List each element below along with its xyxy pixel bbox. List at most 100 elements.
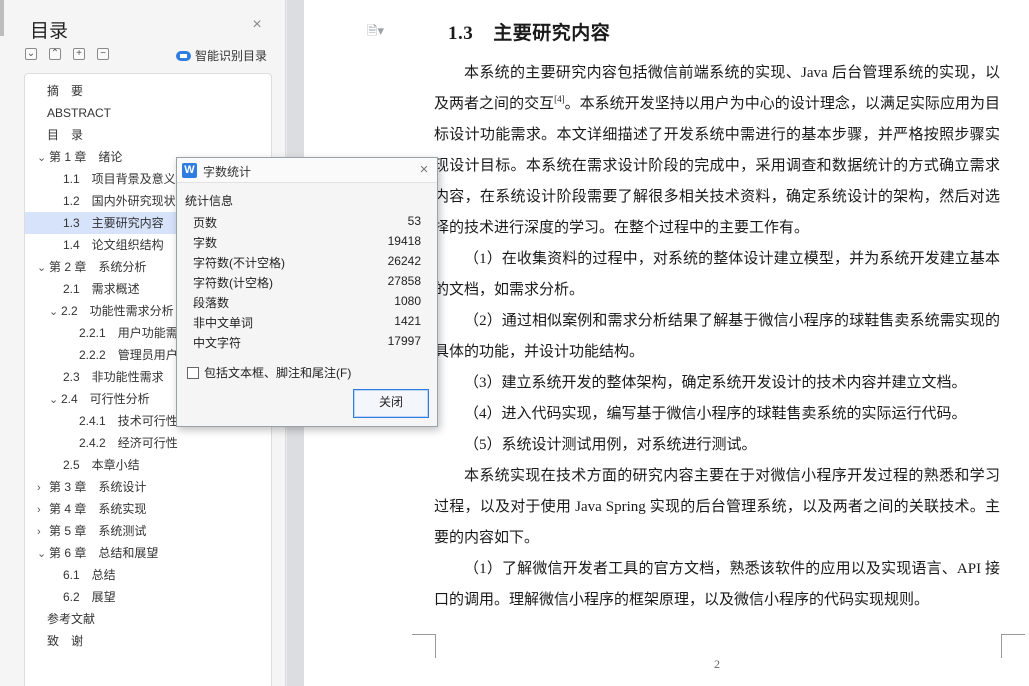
paragraph-text: （4）进入代码实现，编写基于微信小程序的球鞋售卖系统的实际运行代码。: [464, 406, 967, 422]
paragraph: 本系统实现在技术方面的研究内容主要在于对微信小程序开发过程的熟悉和学习过程，以及…: [434, 461, 1000, 554]
toc-item-label: 致 谢: [47, 634, 84, 648]
toc-item[interactable]: 2.5 本章小结: [25, 454, 271, 476]
paragraph-text: （2）通过相似案例和需求分析结果了解基于微信小程序的球鞋售卖系统需实现的具体的功…: [434, 313, 1000, 360]
toc-item[interactable]: 2.4.2 经济可行性: [25, 432, 271, 454]
stat-value: 1080: [394, 294, 421, 308]
toc-item[interactable]: ⌄ 第 6 章 总结和展望: [25, 542, 271, 564]
checkbox-icon[interactable]: [187, 366, 199, 379]
stat-label: 字符数(计空格): [193, 276, 273, 290]
smart-toc-label: 智能识别目录: [195, 49, 268, 63]
chevron-down-icon[interactable]: ⌄: [37, 147, 49, 168]
toc-item[interactable]: 参考文献: [25, 608, 271, 630]
toc-title: 目录: [30, 21, 69, 42]
add-item-icon[interactable]: +: [73, 48, 85, 60]
stat-value: 19418: [387, 234, 421, 248]
toc-item[interactable]: › 第 3 章 系统设计: [25, 476, 271, 498]
toc-scrollbar[interactable]: [0, 0, 4, 36]
section-title: 主要研究内容: [493, 23, 611, 44]
toc-item-label: 2.4.2 经济可行性: [79, 436, 178, 450]
stat-row: 段落数 1080: [177, 294, 437, 314]
smart-toc-button[interactable]: 智能识别目录: [176, 47, 267, 64]
toc-item-label: 第 1 章 绪论: [49, 150, 123, 164]
toc-item-label: 2.3 非功能性需求: [63, 370, 164, 384]
toc-item[interactable]: › 第 5 章 系统测试: [25, 520, 271, 542]
stat-value: 1421: [394, 314, 421, 328]
toc-item[interactable]: 致 谢: [25, 630, 271, 652]
stat-row: 非中文单词 1421: [177, 314, 437, 334]
stat-row: 中文字符 17997: [177, 334, 437, 354]
collapse-all-icon[interactable]: ⌄: [25, 48, 37, 60]
stat-value: 27858: [387, 274, 421, 288]
toc-item-label: 2.1 需求概述: [63, 282, 140, 296]
toc-item-label: 摘 要: [47, 84, 84, 98]
section-number: 1.3: [448, 23, 474, 44]
dialog-titlebar[interactable]: W 字数统计 ×: [177, 158, 437, 183]
citation-ref[interactable]: [4]: [554, 94, 565, 104]
toc-item[interactable]: 目 录: [25, 124, 271, 146]
toc-item-label: 第 6 章 总结和展望: [49, 546, 159, 560]
dialog-title: 字数统计: [203, 165, 252, 179]
paragraph-text: （1）在收集资料的过程中，对系统的整体设计建立模型，并为系统开发建立基本的文档，…: [434, 251, 1000, 298]
paragraph: （1）了解微信开发者工具的官方文档，熟悉该软件的应用以及实现语言、API 接口的…: [434, 554, 1000, 616]
stat-label: 字数: [193, 236, 218, 250]
toc-item-label: 2.2.2 管理员用户: [79, 348, 178, 362]
chevron-down-icon[interactable]: ⌄: [49, 389, 61, 410]
document-body[interactable]: 本系统的主要研究内容包括微信前端系统的实现、Java 后台管理系统的实现，以及两…: [434, 58, 1000, 616]
toc-item-label: 目 录: [47, 128, 84, 142]
toc-item[interactable]: › 第 4 章 系统实现: [25, 498, 271, 520]
paragraph: （2）通过相似案例和需求分析结果了解基于微信小程序的球鞋售卖系统需实现的具体的功…: [434, 306, 1000, 368]
stat-row: 页数 53: [177, 214, 437, 234]
paragraph-text: （3）建立系统开发的整体架构，确定系统开发设计的技术内容并建立文档。: [464, 375, 967, 391]
paragraph: 本系统的主要研究内容包括微信前端系统的实现、Java 后台管理系统的实现，以及两…: [434, 58, 1000, 244]
toc-item-label: 6.1 总结: [63, 568, 116, 582]
toc-item-label: 2.4.1 技术可行性: [79, 414, 178, 428]
include-textbox-checkbox[interactable]: 包括文本框、脚注和尾注(F): [187, 364, 351, 381]
toc-item[interactable]: 6.1 总结: [25, 564, 271, 586]
toc-item-label: 1.4 论文组织结构: [63, 238, 164, 252]
toc-item[interactable]: 摘 要: [25, 80, 271, 102]
stat-label: 页数: [193, 216, 218, 230]
toc-item[interactable]: 6.2 展望: [25, 586, 271, 608]
toc-item-label: 6.2 展望: [63, 590, 116, 604]
stat-value: 26242: [387, 254, 421, 268]
crop-mark: [412, 634, 436, 658]
cloud-icon: [176, 50, 191, 61]
page-number: 2: [714, 657, 720, 671]
stats-section-label: 统计信息: [185, 194, 234, 208]
remove-item-icon[interactable]: −: [97, 48, 109, 60]
toc-item-label: 1.3 主要研究内容: [63, 216, 164, 230]
wps-logo-icon: W: [182, 163, 197, 178]
chevron-down-icon[interactable]: ⌄: [37, 257, 49, 278]
toc-item-label: 第 4 章 系统实现: [49, 502, 147, 516]
paragraph: （1）在收集资料的过程中，对系统的整体设计建立模型，并为系统开发建立基本的文档，…: [434, 244, 1000, 306]
stat-value: 53: [407, 214, 421, 228]
expand-level-icon[interactable]: ⌃: [49, 48, 61, 60]
toc-item-label: 1.1 项目背景及意义: [63, 172, 176, 186]
document-icon[interactable]: 🗎▾: [367, 22, 384, 44]
section-heading: 1.3 主要研究内容: [448, 18, 610, 45]
toc-item-label: 第 2 章 系统分析: [49, 260, 147, 274]
chevron-right-icon[interactable]: ›: [37, 499, 49, 520]
close-icon[interactable]: ×: [416, 162, 432, 178]
close-button[interactable]: 关闭: [353, 389, 429, 418]
stat-label: 非中文单词: [193, 316, 254, 330]
chevron-right-icon[interactable]: ›: [37, 521, 49, 542]
chevron-down-icon[interactable]: ⌄: [37, 543, 49, 564]
checkbox-label: 包括文本框、脚注和尾注(F): [204, 366, 352, 380]
toc-item-label: 第 3 章 系统设计: [49, 480, 147, 494]
word-count-dialog: W 字数统计 × 统计信息 页数 53 字数 19418 字符数(不计空格) 26242 字…: [176, 157, 438, 427]
paragraph-text: （5）系统设计测试用例，对系统进行测试。: [464, 437, 757, 453]
toc-item[interactable]: ABSTRACT: [25, 102, 271, 124]
stat-value: 17997: [387, 334, 421, 348]
toc-item-label: ABSTRACT: [47, 106, 112, 120]
chevron-right-icon[interactable]: ›: [37, 477, 49, 498]
chevron-down-icon[interactable]: ⌄: [49, 301, 61, 322]
stat-row: 字数 19418: [177, 234, 437, 254]
paragraph: （3）建立系统开发的整体架构，确定系统开发设计的技术内容并建立文档。: [434, 368, 1000, 399]
paragraph-text: （1）了解微信开发者工具的官方文档，熟悉该软件的应用以及实现语言、API 接口的…: [434, 561, 1000, 608]
stat-row: 字符数(计空格) 27858: [177, 274, 437, 294]
paragraph-text: 。本系统开发坚持以用户为中心的设计理念，以满足实际应用为目标设计功能需求。本文详…: [434, 96, 1000, 236]
close-icon[interactable]: ×: [250, 17, 264, 33]
toc-item-label: 参考文献: [47, 612, 96, 626]
toc-item-label: 2.5 本章小结: [63, 458, 140, 472]
